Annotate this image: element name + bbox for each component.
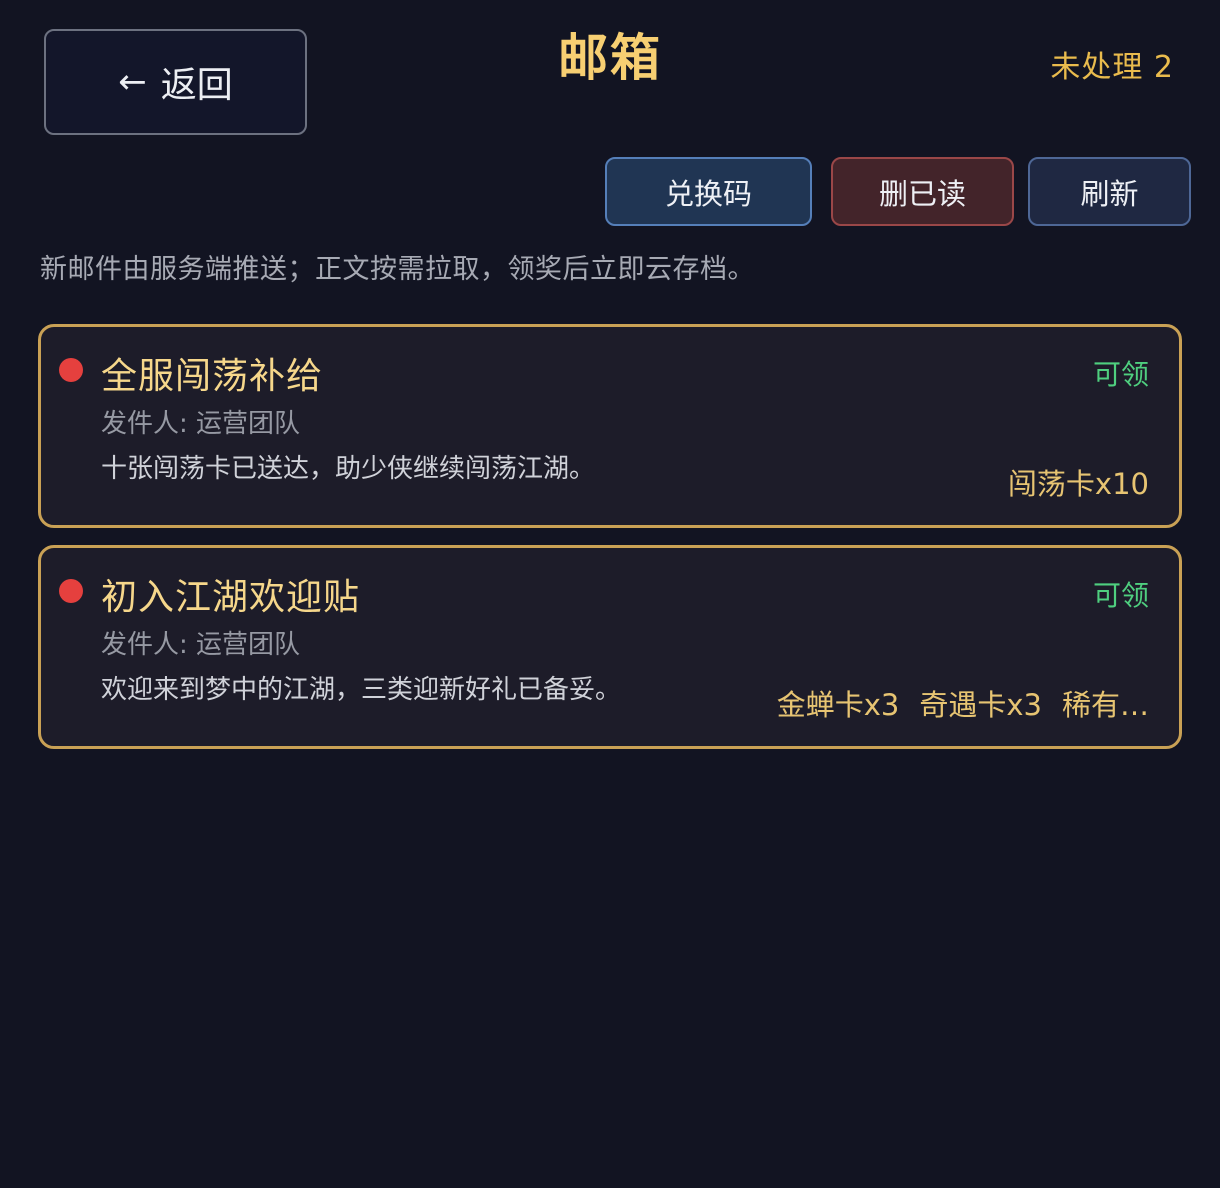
mail-notice: 新邮件由服务端推送；正文按需拉取，领奖后立即云存档。	[40, 254, 755, 285]
mail-item[interactable]: 全服闯荡补给 发件人: 运营团队 十张闯荡卡已送达，助少侠继续闯荡江湖。 可领 …	[38, 324, 1182, 528]
reward-item: 稀有…	[1061, 688, 1149, 722]
mail-body: 欢迎来到梦中的江湖，三类迎新好礼已备妥。	[101, 675, 622, 705]
reward-item: 闯荡卡x10	[1007, 467, 1149, 501]
mail-sender: 发件人: 运营团队	[101, 409, 301, 439]
delete-read-button[interactable]: 删已读	[831, 157, 1014, 226]
mail-rewards: 金蝉卡x3 奇遇卡x3 稀有…	[777, 682, 1149, 724]
mail-title: 初入江湖欢迎贴	[101, 577, 361, 618]
mail-sender: 发件人: 运营团队	[101, 630, 301, 660]
refresh-label: 刷新	[1080, 176, 1139, 211]
delete-read-label: 删已读	[878, 176, 966, 211]
mail-title: 全服闯荡补给	[101, 356, 324, 397]
reward-item: 金蝉卡x3	[776, 688, 900, 722]
pending-count: 未处理 2	[1050, 50, 1174, 85]
reward-item: 奇遇卡x3	[919, 688, 1042, 722]
refresh-button[interactable]: 刷新	[1028, 157, 1191, 226]
mail-rewards: 闯荡卡x10	[1008, 461, 1149, 503]
redeem-code-label: 兑换码	[664, 176, 752, 211]
mail-body: 十张闯荡卡已送达，助少侠继续闯荡江湖。	[101, 454, 596, 484]
mail-item[interactable]: 初入江湖欢迎贴 发件人: 运营团队 欢迎来到梦中的江湖，三类迎新好礼已备妥。 可…	[38, 545, 1182, 749]
redeem-code-button[interactable]: 兑换码	[605, 157, 812, 226]
unread-dot-icon	[59, 358, 83, 382]
mail-status-claimable[interactable]: 可领	[1093, 574, 1149, 614]
mail-status-claimable[interactable]: 可领	[1093, 353, 1149, 393]
unread-dot-icon	[59, 579, 83, 603]
page-title: 邮箱	[558, 29, 662, 87]
